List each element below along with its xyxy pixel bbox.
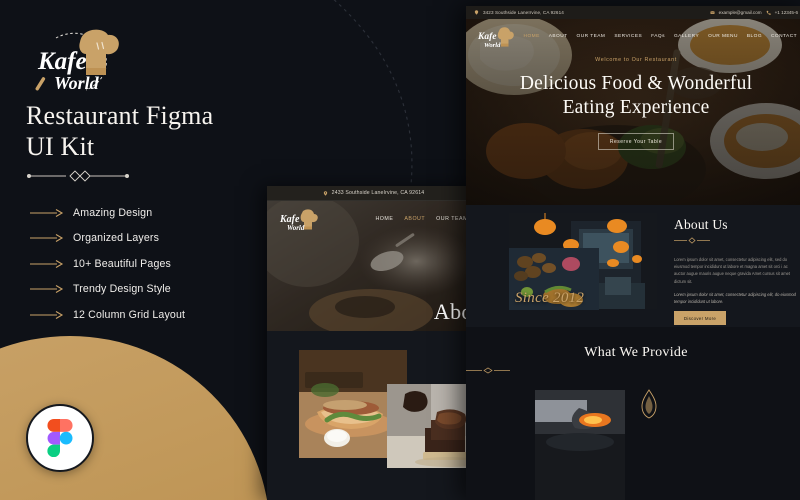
right-hero: Kafe World HOME ABOUT OUR TEAM SERVICES …: [466, 19, 800, 205]
hero-heading-line-1: Delicious Food & Wonderful: [519, 73, 753, 94]
nav-item-contact[interactable]: CONTACT: [771, 34, 797, 39]
list-item: 12 Column Grid Layout: [30, 302, 260, 328]
middle-website-mockup: 2433 Southside LaneIrvine, CA 92614 Kafe…: [267, 186, 480, 500]
arrow-right-icon: [30, 310, 64, 319]
reserve-table-button[interactable]: Reserve Your Table: [598, 133, 674, 150]
feature-label: 12 Column Grid Layout: [73, 308, 186, 321]
about-paragraph-1: Lorem ipsum dolor sit amet, consectetur …: [674, 257, 791, 284]
provide-section: What We Provide: [466, 327, 800, 500]
nav-item-our-menu[interactable]: OUR MENU: [708, 34, 738, 39]
right-address: 3423 Southside LaneIrvine, CA 92614: [483, 10, 564, 15]
hero-eyebrow: Welcome to Our Restaurant: [595, 57, 677, 63]
right-email[interactable]: example@gmail.com: [719, 10, 762, 15]
rolling-pin-icon: [35, 77, 46, 91]
about-paragraph-2: Lorem ipsum dolor sit amet, consectetur …: [674, 291, 796, 305]
decorative-ornament-icon: [641, 389, 657, 419]
list-item: 10+ Beautiful Pages: [30, 251, 260, 277]
brand-logo: Kafe World: [28, 24, 128, 96]
svg-text:Kafe: Kafe: [477, 32, 497, 42]
hero-heading: Delicious Food & Wonderful Eating Experi…: [466, 72, 800, 120]
nav-item-faqs[interactable]: FAQs: [651, 34, 665, 39]
right-website-mockup: 3423 Southside LaneIrvine, CA 92614 exam…: [466, 6, 800, 500]
nav-item-home[interactable]: HOME: [524, 34, 540, 39]
arrow-right-icon: [30, 208, 64, 217]
about-text-block: About Us Lorem ipsum dolor sit amet, con…: [674, 217, 798, 326]
nav-item-services[interactable]: SERVICES: [614, 34, 642, 39]
arrow-right-icon: [30, 259, 64, 268]
mid-nav-item-home[interactable]: HOME: [375, 216, 393, 222]
mid-topbar: 2433 Southside LaneIrvine, CA 92614: [267, 186, 480, 201]
figma-logo-icon: [47, 419, 73, 457]
right-topbar: 3423 Southside LaneIrvine, CA 92614 exam…: [466, 6, 800, 19]
mid-address: 2433 Southside LaneIrvine, CA 92614: [331, 190, 425, 196]
nav-item-about[interactable]: ABOUT: [549, 34, 568, 39]
mid-body: [267, 331, 480, 500]
brand-logo-small: Kafe World: [477, 26, 514, 49]
envelope-icon: [710, 11, 715, 14]
phone-icon: [766, 10, 771, 15]
right-navbar: Kafe World HOME ABOUT OUR TEAM SERVICES …: [466, 19, 800, 53]
about-section: Since 2012 About Us Lorem ipsum dolor si…: [466, 205, 800, 327]
since-badge: Since 2012: [515, 290, 585, 306]
left-info-column: Kafe World Restaurant Figma UI Kit Amazi…: [0, 0, 270, 500]
feature-label: 10+ Beautiful Pages: [73, 257, 171, 270]
arrow-right-icon: [30, 234, 64, 243]
feature-list: Amazing Design Organized Layers 10+ Beau…: [30, 200, 260, 328]
provide-heading: What We Provide: [584, 345, 688, 360]
list-item: Trendy Design Style: [30, 277, 260, 303]
discover-more-button[interactable]: Discover More: [674, 311, 726, 326]
ornament-divider-icon: [674, 237, 710, 244]
title-line-1: Restaurant Figma: [26, 101, 214, 130]
hero-content: Welcome to Our Restaurant Delicious Food…: [466, 57, 800, 150]
mid-nav-item-about[interactable]: ABOUT: [404, 216, 425, 222]
mid-nav-item-our-team[interactable]: OUR TEAM: [436, 216, 468, 222]
about-heading: About Us: [674, 217, 728, 232]
ornament-divider-icon: [466, 367, 510, 374]
hero-heading-line-2: Eating Experience: [562, 97, 710, 118]
list-item: Amazing Design: [30, 200, 260, 226]
right-phone: +1 12345-6: [774, 10, 798, 15]
ornament-divider-icon: [27, 170, 129, 182]
nav-item-gallery[interactable]: GALLERY: [674, 34, 699, 39]
feature-label: Amazing Design: [73, 206, 153, 219]
list-item: Organized Layers: [30, 226, 260, 252]
poster-canvas: Kafe World Restaurant Figma UI Kit Amazi…: [0, 0, 800, 500]
brand-logo-small: Kafe World: [279, 209, 318, 232]
feature-label: Organized Layers: [73, 232, 160, 245]
title-line-2: UI Kit: [26, 132, 95, 161]
location-pin-icon: [323, 190, 327, 196]
location-pin-icon: [474, 10, 479, 15]
right-nav-links[interactable]: HOME ABOUT OUR TEAM SERVICES FAQs GALLER…: [524, 34, 797, 39]
arrow-right-icon: [30, 285, 64, 294]
mid-nav-links[interactable]: HOME ABOUT OUR TEAM: [375, 216, 470, 222]
grill-flame-photo: [535, 390, 625, 500]
page-title: Restaurant Figma UI Kit: [26, 100, 266, 162]
nav-item-blog[interactable]: BLOG: [747, 34, 762, 39]
nav-item-our-team[interactable]: OUR TEAM: [577, 34, 606, 39]
svg-text:World: World: [54, 73, 100, 93]
mid-navbar: Kafe World HOME ABOUT OUR TEAM: [267, 201, 480, 237]
svg-text:Kafe: Kafe: [37, 48, 87, 75]
mid-hero: Kafe World HOME ABOUT OUR TEAM Abou: [267, 201, 480, 331]
svg-text:World: World: [484, 42, 501, 49]
figma-badge: [26, 404, 94, 472]
feature-label: Trendy Design Style: [73, 283, 171, 296]
svg-text:World: World: [287, 224, 305, 232]
